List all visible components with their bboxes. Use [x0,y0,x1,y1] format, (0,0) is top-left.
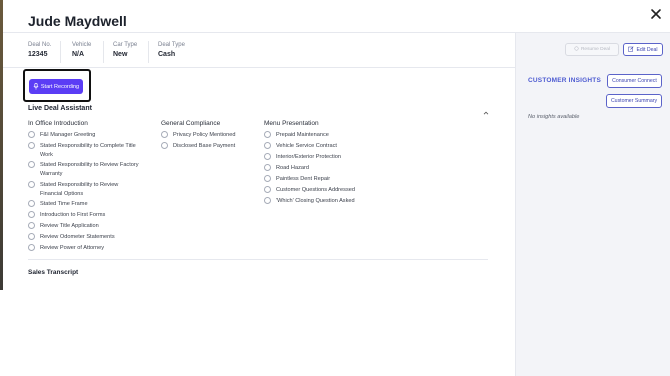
vehicle-value: N/A [72,51,85,58]
checklist-item-label: Customer Questions Addressed [276,187,355,193]
checklist-item-label: 'Which' Closing Question Asked [276,198,355,204]
checkbox-circle[interactable] [264,131,271,138]
checkbox-circle[interactable] [264,153,271,160]
checklist-item[interactable]: Privacy Policy Mentioned [161,131,236,140]
checklist-item[interactable]: Stated Responsibility to Complete Title … [28,142,140,159]
checkbox-circle[interactable] [264,164,271,171]
sales-transcript-title: Sales Transcript [28,269,79,276]
checklist-item-label: Disclosed Base Payment [173,143,236,149]
checklist-item[interactable]: 'Which' Closing Question Asked [264,197,355,206]
column-title-general-compliance: General Compliance [161,120,221,127]
section-divider [28,259,488,260]
checklist-item[interactable]: Prepaid Maintenance [264,131,329,140]
consumer-connect-button[interactable]: Consumer Connect [607,74,662,88]
checklist-item-label: Privacy Policy Mentioned [173,132,236,138]
checkbox-circle[interactable] [161,131,168,138]
deal-type-field: Deal Type Cash [158,42,185,64]
car-type-value: New [113,51,128,58]
microphone-icon [33,83,39,90]
start-recording-label: Start Recording [40,83,80,90]
customer-summary-button[interactable]: Customer Summary [606,94,662,108]
checklist-item[interactable]: Disclosed Base Payment [161,142,235,151]
checklist-item[interactable]: Review Title Application [28,222,140,231]
checklist-item[interactable]: Stated Responsibility to Review Factory … [28,161,140,178]
customer-insights-title: CUSTOMER INSIGHTS [528,77,601,84]
checkbox-circle[interactable] [28,233,35,240]
checkbox-circle[interactable] [264,186,271,193]
checkbox-circle[interactable] [264,197,271,204]
checklist-item[interactable]: Stated Responsibility to Review Financia… [28,181,140,198]
modal-header: Jude Maydwell [3,0,670,33]
checklist-item-label: Stated Responsibility to Complete Title … [40,143,136,158]
checklist-item-label: Stated Responsibility to Review Factory … [40,162,139,177]
checklist-item-label: Prepaid Maintenance [276,132,329,138]
checklist-item-label: Introduction to First Forms [40,212,106,218]
checklist-item[interactable]: Introduction to First Forms [28,211,140,220]
chevron-up-icon[interactable] [482,104,490,115]
checklist-item[interactable]: Review Power of Attorney [28,244,140,253]
column-title-menu-presentation: Menu Presentation [264,120,319,127]
deal-type-value: Cash [158,51,176,58]
divider [103,41,104,63]
car-type-field: Car Type New [113,42,137,64]
checklist-item-label: Road Hazard [276,165,309,171]
close-icon[interactable] [649,7,663,21]
checklist-item[interactable]: Road Hazard [264,164,309,173]
checklist-item[interactable]: Review Odometer Statements [28,233,140,242]
edit-deal-label: Edit Deal [636,46,658,53]
assistant-title: Live Deal Assistant [28,105,92,112]
resume-deal-label: Resume Deal [580,47,611,52]
vehicle-label: Vehicle [72,42,92,48]
checkbox-circle[interactable] [28,200,35,207]
checklist-item-label: F&I Manager Greeting [40,132,96,138]
resume-deal-button[interactable]: Resume Deal [565,43,619,56]
checklist-item-label: Stated Responsibility to Review Financia… [40,182,119,197]
checkbox-circle[interactable] [28,211,35,218]
edit-deal-button[interactable]: Edit Deal [623,43,663,56]
deal-type-label: Deal Type [158,42,185,48]
page-title: Jude Maydwell [28,13,127,29]
column-title-office-intro: In Office Introduction [28,120,88,127]
checklist-item-label: Interior/Exterior Protection [276,154,341,160]
checklist-item[interactable]: Stated Time Frame [28,200,140,209]
deal-number-field: Deal No. 12345 [28,42,51,64]
checklist-item-label: Review Odometer Statements [40,234,115,240]
checklist-item[interactable]: Customer Questions Addressed [264,186,355,195]
checkbox-circle[interactable] [28,142,35,149]
checkbox-circle[interactable] [28,161,35,168]
vehicle-field: Vehicle N/A [72,42,91,64]
checklist-item[interactable]: Interior/Exterior Protection [264,153,341,162]
no-insights-message: No insights available [528,114,580,120]
checkbox-circle[interactable] [264,175,271,182]
divider [60,41,61,63]
checklist-item-label: Review Power of Attorney [40,245,105,251]
checklist-item[interactable]: Vehicle Service Contract [264,142,337,151]
start-recording-button[interactable]: Start Recording [29,79,83,94]
checkbox-circle[interactable] [28,181,35,188]
checklist-item[interactable]: F&I Manager Greeting [28,131,140,140]
checkbox-circle[interactable] [28,131,35,138]
refresh-icon [574,46,579,53]
checkbox-circle[interactable] [161,142,168,149]
car-type-label: Car Type [113,42,138,48]
checklist-item-label: Review Title Application [40,223,99,229]
edit-icon [628,45,634,54]
checkbox-circle[interactable] [28,244,35,251]
deal-number-value: 12345 [28,51,48,58]
checklist-item-label: Paintless Dent Repair [276,176,331,182]
checklist-item[interactable]: Paintless Dent Repair [264,175,330,184]
deal-number-label: Deal No. [28,42,52,48]
checklist-item-label: Stated Time Frame [40,201,88,207]
divider [148,41,149,63]
checkbox-circle[interactable] [264,142,271,149]
checkbox-circle[interactable] [28,222,35,229]
checklist-item-label: Vehicle Service Contract [276,143,337,149]
deal-info-strip: Deal No. 12345 Vehicle N/A Car Type New … [3,33,515,68]
